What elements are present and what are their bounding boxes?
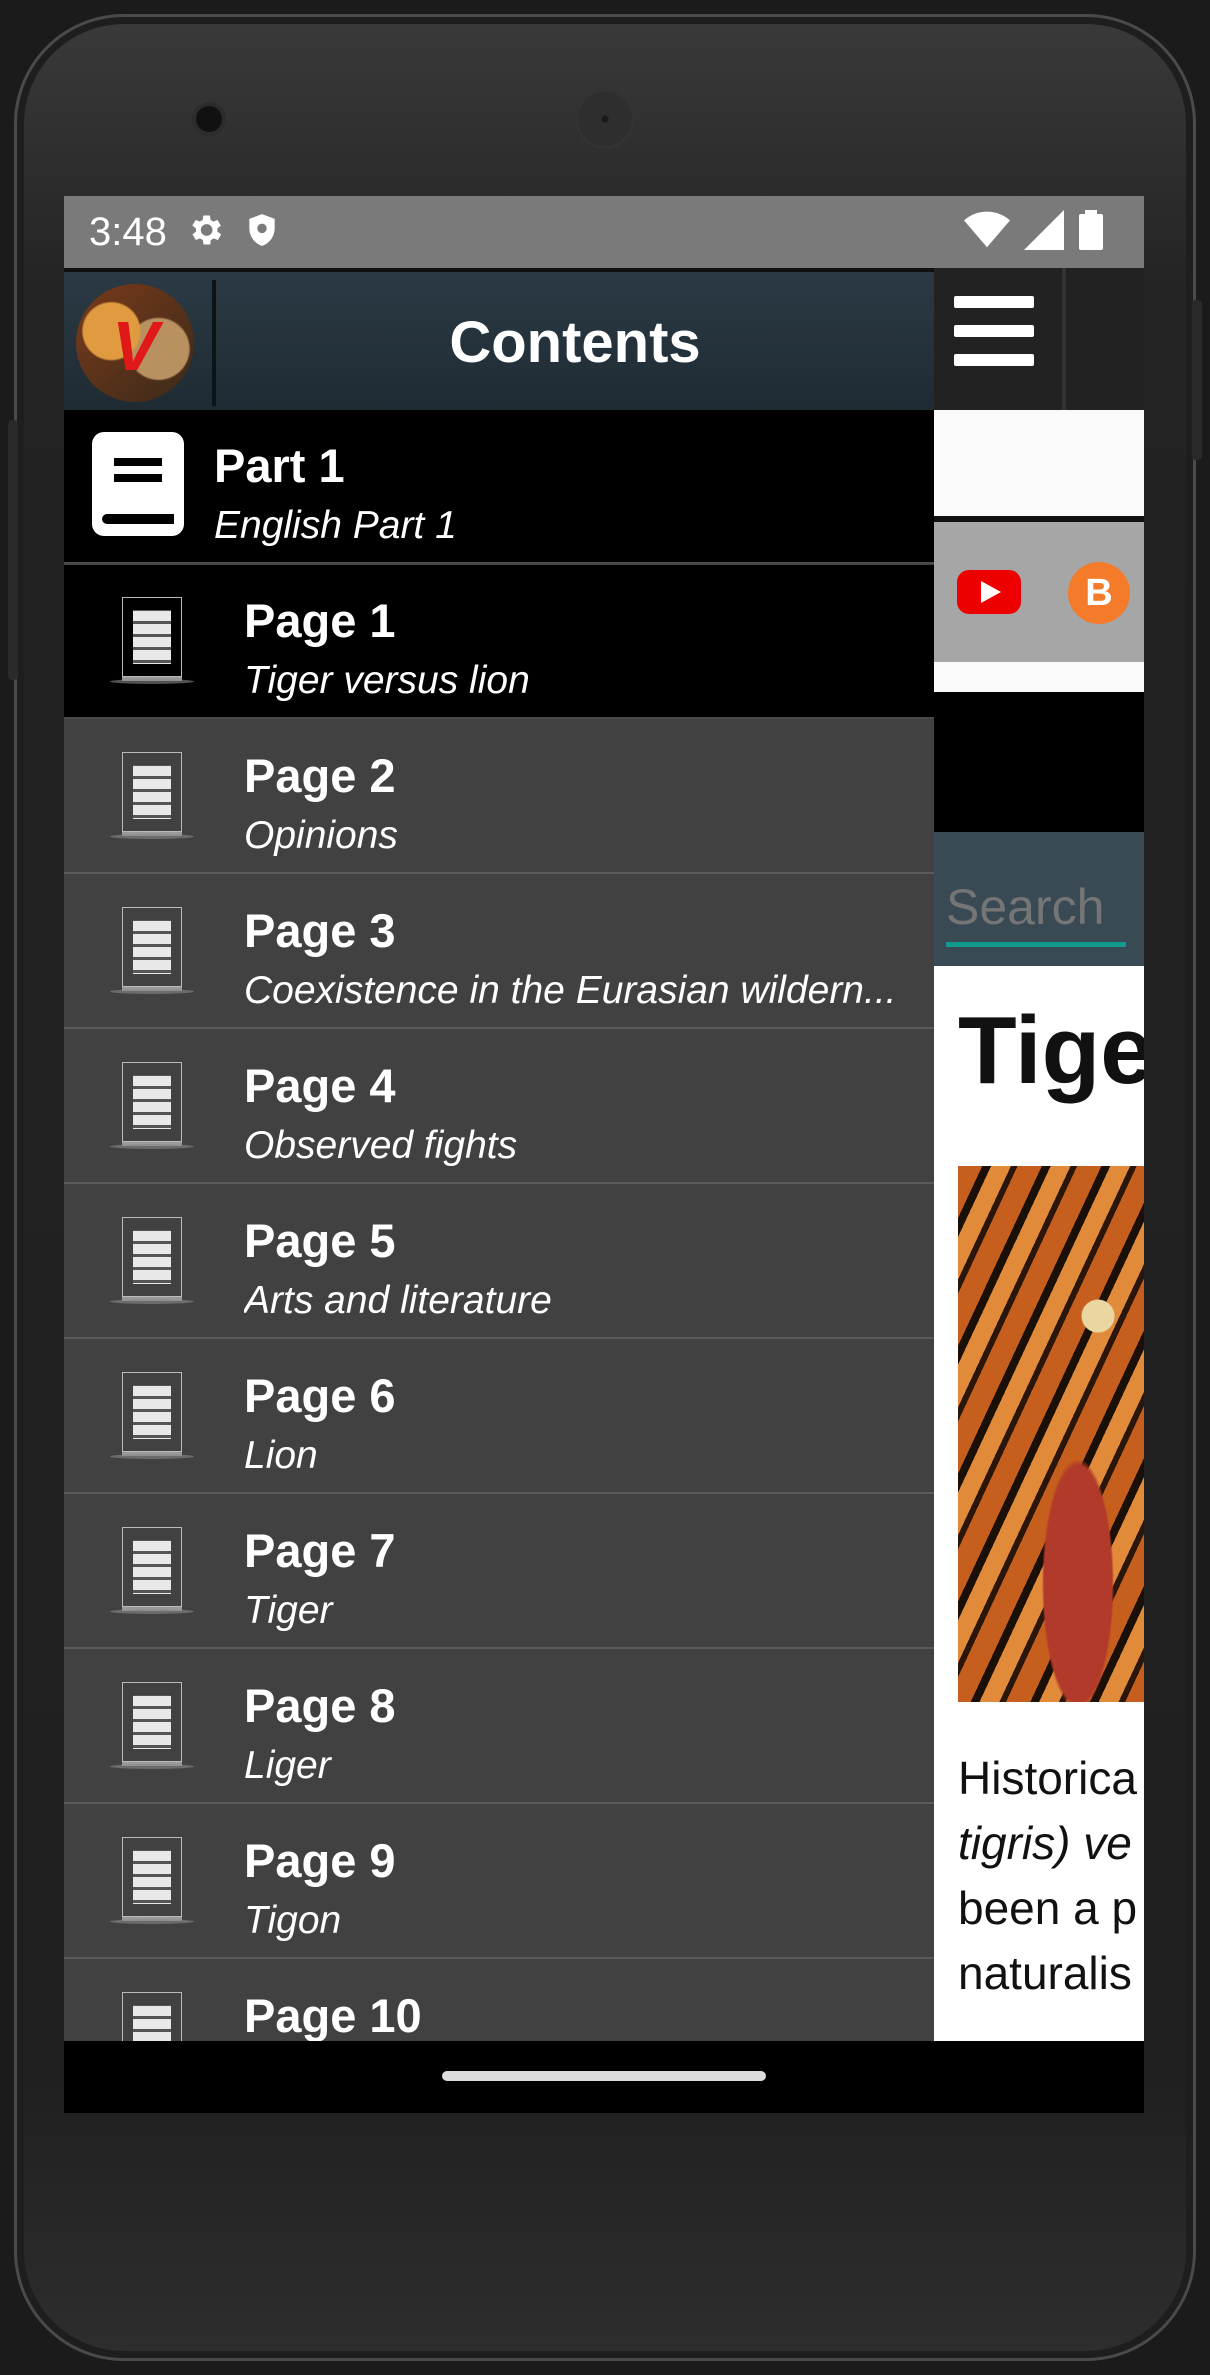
settings-gear-icon	[185, 210, 225, 255]
page-title: Page 2	[244, 749, 396, 802]
page-item[interactable]: Page 4 Observed fights	[64, 1030, 934, 1184]
part-item[interactable]: Part 1 English Part 1	[64, 410, 934, 564]
page-document-icon	[110, 752, 194, 839]
battery-icon	[1078, 210, 1104, 255]
article-content: Tige Historica tigris) ve been a p natur…	[934, 966, 1144, 2041]
page-item[interactable]: Page 5 Arts and literature	[64, 1185, 934, 1339]
page-subtitle: Tiger	[244, 1589, 333, 1632]
background-spacer	[934, 662, 1144, 692]
status-time: 3:48	[89, 209, 167, 254]
power-button	[1192, 300, 1202, 460]
page-title: Page 9	[244, 1834, 396, 1887]
app-logo-avatar: V	[76, 284, 194, 402]
page-item[interactable]: Page 7 Tiger	[64, 1495, 934, 1649]
page-subtitle: Coexistence in the Eurasian wildern...	[244, 969, 897, 1012]
page-title: Page 1	[244, 594, 396, 647]
tiger-image	[958, 1166, 1144, 1702]
page-item[interactable]: Page 6 Lion	[64, 1340, 934, 1494]
part-title: Part 1	[214, 439, 345, 492]
page-title: Page 10	[244, 1989, 422, 2041]
page-item[interactable]: Page 3 Coexistence in the Eurasian wilder…	[64, 875, 934, 1029]
navigation-bar	[64, 2041, 1144, 2113]
page-document-icon	[110, 597, 194, 684]
page-title: Page 3	[244, 904, 396, 957]
page-document-icon	[110, 1682, 194, 1769]
page-item[interactable]: Page 9 Tigon	[64, 1805, 934, 1959]
page-document-icon	[110, 1837, 194, 1924]
toolbar-divider	[1062, 268, 1066, 410]
youtube-icon[interactable]	[957, 570, 1021, 614]
page-item[interactable]: Page 8 Liger	[64, 1650, 934, 1804]
page-item[interactable]: Page 10	[64, 1960, 934, 2041]
page-subtitle: Tigon	[244, 1899, 342, 1942]
page-subtitle: Lion	[244, 1434, 318, 1477]
page-document-icon	[110, 1372, 194, 1459]
volume-button	[8, 420, 18, 680]
earpiece-speaker	[578, 92, 632, 146]
blogger-icon[interactable]: B	[1068, 562, 1130, 624]
page-title: Page 6	[244, 1369, 396, 1422]
page-document-icon	[110, 1527, 194, 1614]
drawer-title: Contents	[449, 310, 701, 375]
page-title: Page 4	[244, 1059, 396, 1112]
page-subtitle: Liger	[244, 1744, 331, 1787]
page-document-icon	[116, 1992, 188, 2041]
page-item[interactable]: Page 1 Tiger versus lion	[64, 565, 934, 719]
home-gesture-pill[interactable]	[442, 2071, 766, 2081]
device-screen: 3:48 B Search Tige Historica tigris) ve …	[64, 196, 1144, 2113]
page-subtitle: Observed fights	[244, 1124, 518, 1167]
article-title: Tige	[958, 997, 1144, 1104]
front-camera	[196, 106, 222, 132]
cell-signal-icon	[1024, 210, 1064, 255]
page-subtitle: Arts and literature	[244, 1279, 552, 1322]
part-subtitle: English Part 1	[214, 504, 457, 547]
page-subtitle: Tiger versus lion	[244, 659, 530, 702]
page-title: Page 8	[244, 1679, 396, 1732]
shield-icon	[243, 210, 281, 255]
page-title: Page 5	[244, 1214, 396, 1267]
wifi-icon	[964, 210, 1010, 255]
book-icon	[92, 432, 184, 536]
background-dark-block	[934, 692, 1144, 832]
hamburger-menu-icon[interactable]	[954, 296, 1034, 376]
status-bar: 3:48	[64, 196, 1144, 268]
page-document-icon	[110, 1062, 194, 1149]
page-item[interactable]: Page 2 Opinions	[64, 720, 934, 874]
article-text: Historica tigris) ve been a p naturalis	[958, 1752, 1138, 1999]
background-banner	[934, 410, 1144, 516]
page-title: Page 7	[244, 1524, 396, 1577]
page-document-icon	[110, 907, 194, 994]
page-document-icon	[110, 1217, 194, 1304]
drawer-header: V Contents	[64, 268, 934, 410]
page-subtitle: Opinions	[244, 814, 398, 857]
navigation-drawer: V Contents Part 1 English Part 1 Page 1 T…	[64, 268, 934, 2041]
search-input[interactable]	[946, 878, 1126, 947]
